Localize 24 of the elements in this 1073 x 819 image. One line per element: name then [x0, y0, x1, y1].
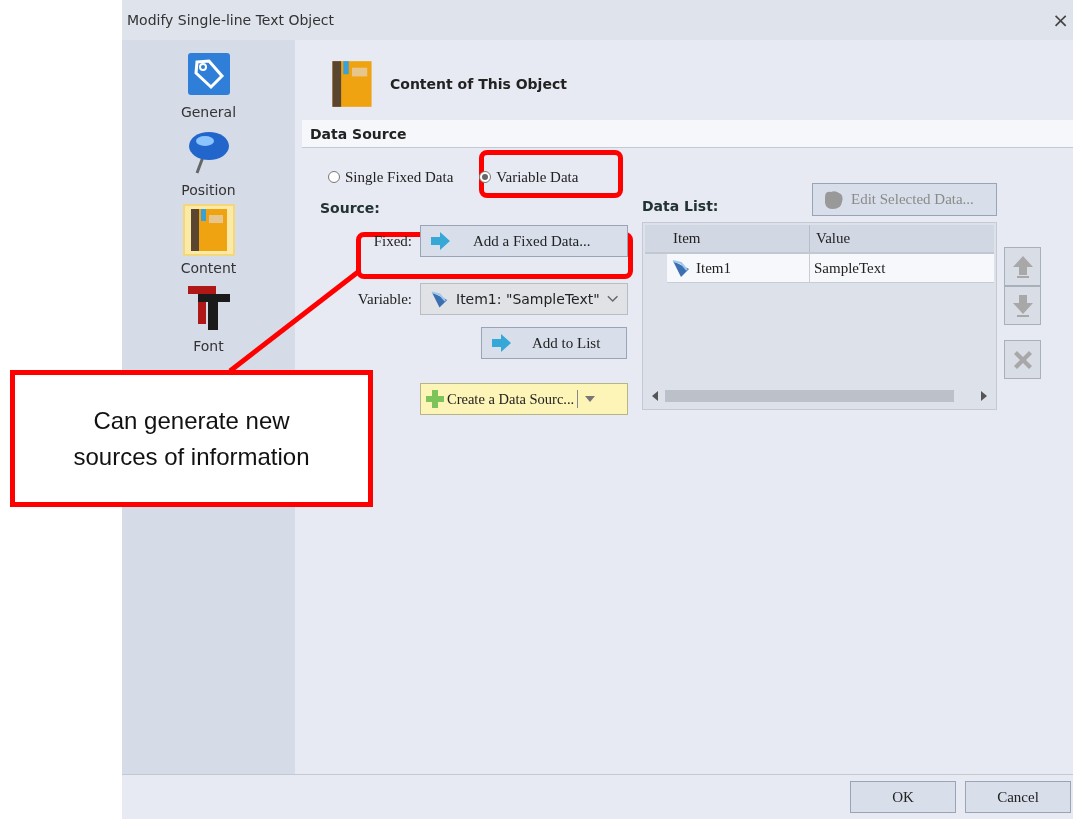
add-fixed-data-button[interactable]: Add a Fixed Data... [420, 225, 628, 257]
column-header[interactable]: Value [810, 225, 851, 252]
group-title: Data Source [309, 125, 407, 142]
section-heading: Content of This Object [390, 76, 567, 92]
window-title: Modify Single-line Text Object [126, 12, 334, 28]
field-label: Fixed: [373, 232, 412, 250]
sidebar-item[interactable]: General [180, 48, 237, 126]
field-label: Variable: [357, 290, 412, 308]
radio-option[interactable]: Single Fixed Data [328, 162, 454, 192]
add-to-list-button[interactable]: Add to List [481, 327, 627, 359]
callout-text: Can generate new sources of information [72, 405, 311, 472]
sidebar-item[interactable]: Font [182, 282, 235, 360]
close-button[interactable]: × [1052, 8, 1073, 32]
dialog-button[interactable]: Cancel [965, 781, 1071, 813]
column-header[interactable]: Item [645, 225, 810, 252]
radio-option[interactable]: Variable Data [479, 162, 579, 192]
variable-dropdown[interactable]: Item1: "SampleText" [420, 283, 628, 315]
data-list-heading: Data List: [642, 198, 719, 214]
dialog-button[interactable]: OK [850, 781, 956, 813]
table-cell[interactable]: Item1 [667, 254, 810, 282]
sidebar-item[interactable]: Position [181, 126, 236, 204]
create-data-source-button[interactable]: Create a Data Sourc... [420, 383, 628, 415]
table-cell[interactable]: SampleText [810, 254, 886, 282]
source-heading: Source: [320, 200, 381, 216]
